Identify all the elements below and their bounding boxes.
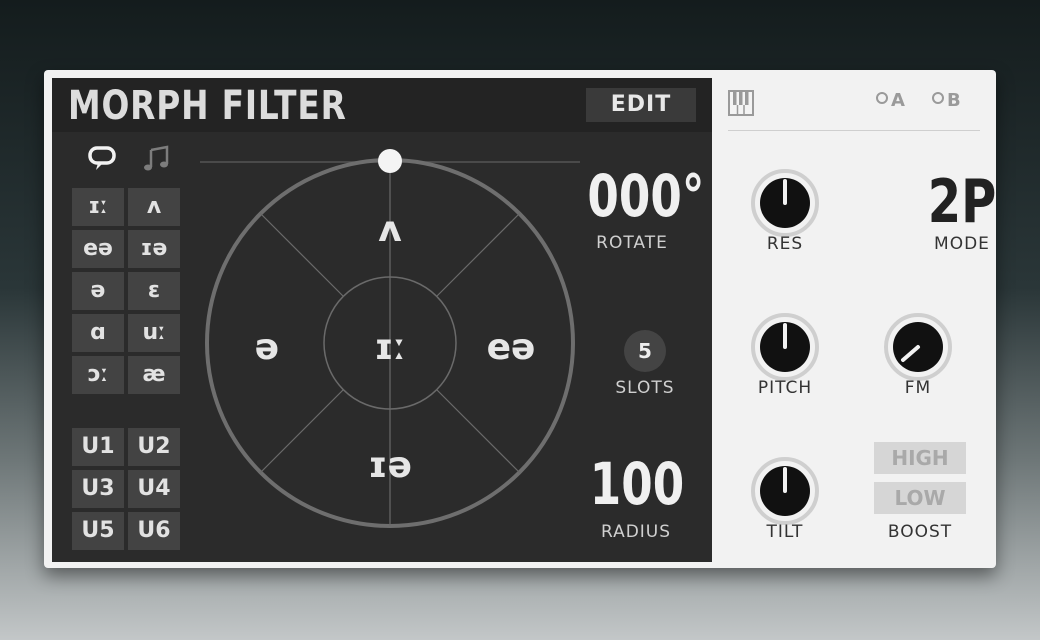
user-slot-button[interactable]: U5 bbox=[72, 512, 124, 550]
slots-label: SLOTS bbox=[615, 378, 675, 398]
preset-b-toggle[interactable]: B bbox=[932, 90, 961, 111]
rotate-handle[interactable] bbox=[378, 149, 402, 173]
radio-dot-icon bbox=[932, 92, 944, 104]
user-slot-button[interactable]: U1 bbox=[72, 428, 124, 466]
rotate-value[interactable]: 000° bbox=[587, 164, 704, 228]
plugin-title: MORPH FILTER bbox=[68, 83, 347, 129]
tilt-label: TILT bbox=[766, 522, 804, 542]
radius-value[interactable]: 100 bbox=[586, 452, 687, 516]
wheel-vowel-right[interactable]: eə bbox=[466, 326, 556, 370]
vowel-button[interactable]: ɪə bbox=[128, 230, 180, 268]
morph-filter-plugin: MORPH FILTER EDIT ɪː ʌ eə ɪə ə ɛ ɑ uː ɔː… bbox=[44, 70, 996, 568]
music-note-icon[interactable] bbox=[140, 142, 174, 176]
radius-label: RADIUS bbox=[600, 522, 672, 542]
vowel-button[interactable]: ɔː bbox=[72, 356, 124, 394]
title-bar: MORPH FILTER EDIT bbox=[52, 78, 712, 132]
user-slot-button[interactable]: U2 bbox=[128, 428, 180, 466]
vowel-button[interactable]: ə bbox=[72, 272, 124, 310]
vowel-button[interactable]: eə bbox=[72, 230, 124, 268]
wheel-vowel-top[interactable]: ʌ bbox=[345, 208, 435, 252]
user-slot-button[interactable]: U4 bbox=[128, 470, 180, 508]
piano-keys-icon[interactable] bbox=[728, 90, 754, 116]
edit-button[interactable]: EDIT bbox=[586, 88, 696, 122]
speech-bubble-icon[interactable] bbox=[86, 142, 120, 176]
vowel-button[interactable]: ɛ bbox=[128, 272, 180, 310]
vowel-button[interactable]: ɑ bbox=[72, 314, 124, 352]
preset-a-toggle[interactable]: A bbox=[876, 90, 905, 111]
preset-b-label: B bbox=[947, 90, 961, 111]
res-label: RES bbox=[766, 234, 804, 254]
mode-label: MODE bbox=[934, 234, 990, 254]
mode-value[interactable]: 2P bbox=[914, 170, 1010, 234]
radio-dot-icon bbox=[876, 92, 888, 104]
wheel-vowel-left[interactable]: ə bbox=[222, 326, 312, 370]
wheel-vowel-bottom[interactable]: ɪə bbox=[345, 444, 435, 488]
pitch-knob[interactable] bbox=[750, 312, 820, 382]
rotate-label: ROTATE bbox=[596, 233, 668, 253]
vowel-button[interactable]: ɪː bbox=[72, 188, 124, 226]
vowel-button[interactable]: uː bbox=[128, 314, 180, 352]
divider bbox=[728, 130, 980, 131]
control-panel: A B RES 2P MODE PITCH FM TILT HIGH LOW B… bbox=[712, 70, 996, 568]
wheel-vowel-center[interactable]: ɪː bbox=[345, 326, 435, 370]
vowel-button[interactable]: ʌ bbox=[128, 188, 180, 226]
main-panel: MORPH FILTER EDIT ɪː ʌ eə ɪə ə ɛ ɑ uː ɔː… bbox=[52, 78, 712, 562]
preset-a-label: A bbox=[891, 90, 905, 111]
user-slot-button[interactable]: U3 bbox=[72, 470, 124, 508]
tilt-knob[interactable] bbox=[750, 456, 820, 526]
boost-high-button[interactable]: HIGH bbox=[874, 442, 966, 474]
fm-label: FM bbox=[904, 378, 932, 398]
user-slot-button[interactable]: U6 bbox=[128, 512, 180, 550]
slots-value[interactable]: 5 bbox=[624, 330, 666, 372]
boost-label: BOOST bbox=[887, 522, 953, 542]
vowel-button[interactable]: æ bbox=[128, 356, 180, 394]
pitch-label: PITCH bbox=[757, 378, 813, 398]
res-knob[interactable] bbox=[750, 168, 820, 238]
fm-knob[interactable] bbox=[883, 312, 953, 382]
boost-low-button[interactable]: LOW bbox=[874, 482, 966, 514]
